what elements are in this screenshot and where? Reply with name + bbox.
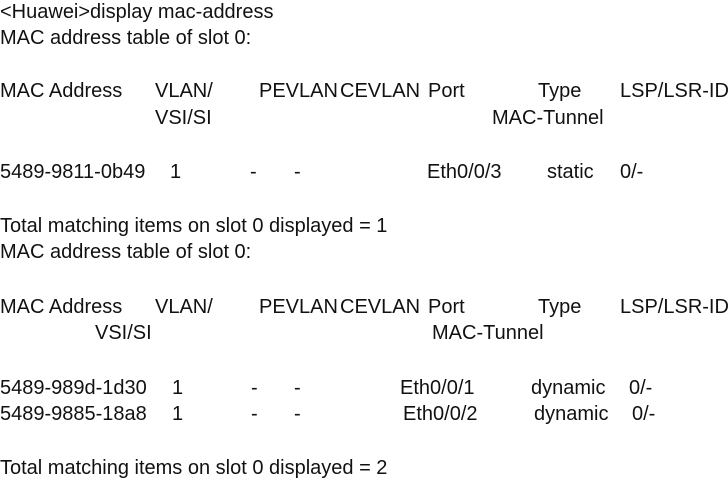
header-lsp: LSP/LSR-ID [620,296,728,318]
cell-port: Eth0/0/1 [400,377,475,399]
header-mac-tunnel: MAC-Tunnel [492,107,604,129]
cell-type: dynamic [531,377,606,399]
header-lsp: LSP/LSR-ID [620,80,728,102]
command-line: <Huawei>display mac-address [0,1,274,23]
cell-port: Eth0/0/2 [403,403,478,425]
header-type: Type [538,80,582,102]
total-line: Total matching items on slot 0 displayed… [0,457,388,479]
header-vlan: VLAN/ [155,296,213,318]
header-vsi: VSI/SI [95,322,152,344]
cell-mac: 5489-9885-18a8 [0,403,147,425]
cell-mac: 5489-9811-0b49 [0,161,146,183]
cell-pevlan: - [250,161,257,183]
header-pevlan: PEVLAN [259,80,338,102]
header-mac-tunnel: MAC-Tunnel [432,322,544,344]
table-title: MAC address table of slot 0: [0,241,252,263]
header-port: Port [428,80,465,102]
table-title: MAC address table of slot 0: [0,27,252,49]
cell-lsp: 0/- [632,403,656,425]
cell-pevlan: - [251,403,258,425]
cell-port: Eth0/0/3 [427,161,502,183]
header-type: Type [538,296,582,318]
cell-cevlan: - [294,377,301,399]
header-port: Port [428,296,465,318]
cell-pevlan: - [251,377,258,399]
cell-lsp: 0/- [620,161,644,183]
cell-type: static [547,161,594,183]
cell-type: dynamic [534,403,609,425]
cell-lsp: 0/- [629,377,653,399]
cell-vlan: 1 [170,161,182,183]
cell-cevlan: - [294,403,301,425]
total-line: Total matching items on slot 0 displayed… [0,215,388,237]
header-vlan: VLAN/ [155,80,213,102]
cell-mac: 5489-989d-1d30 [0,377,147,399]
header-cevlan: CEVLAN [340,296,421,318]
cell-cevlan: - [294,161,301,183]
cell-vlan: 1 [172,377,184,399]
header-mac-address: MAC Address [0,296,123,318]
header-pevlan: PEVLAN [259,296,338,318]
cell-vlan: 1 [172,403,184,425]
header-mac-address: MAC Address [0,80,123,102]
header-vsi: VSI/SI [155,107,212,129]
header-cevlan: CEVLAN [340,80,421,102]
